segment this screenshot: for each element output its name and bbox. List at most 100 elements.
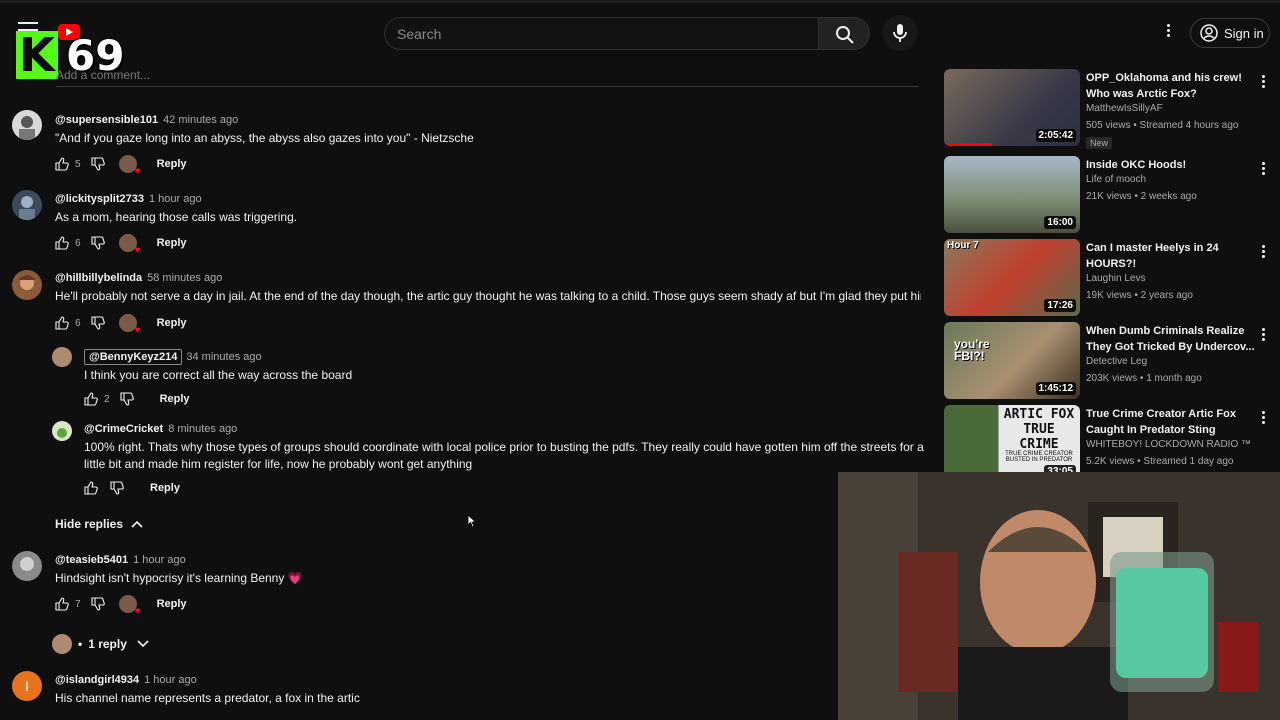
comment-meta: @hillbillybelinda 58 minutes ago [55, 272, 222, 284]
comment-author[interactable]: @supersensible101 [55, 114, 158, 126]
comment-text: He'll probably not serve a day in jail. … [55, 289, 921, 303]
thumbs-down-icon[interactable] [91, 157, 105, 171]
reply-time[interactable]: 34 minutes ago [186, 351, 261, 363]
thumbs-down-icon[interactable] [120, 392, 134, 406]
more-actions-icon[interactable] [1260, 326, 1266, 342]
video-thumbnail[interactable]: 16:00 [944, 156, 1080, 233]
avatar-letter[interactable]: I [12, 671, 42, 701]
video-channel[interactable]: Laughin Levs [1086, 273, 1146, 284]
avatar[interactable] [12, 110, 42, 140]
video-title[interactable]: Can I master Heelys in 24 HOURS?! [1086, 240, 1256, 272]
reply-text: 100% right. Thats why those types of gro… [84, 440, 924, 471]
avatar[interactable] [52, 347, 72, 367]
search-box[interactable] [384, 17, 818, 50]
comment-author[interactable]: @lickitysplit2733 [55, 193, 144, 205]
reply-button[interactable]: Reply [160, 393, 190, 405]
thumbnail-label: ARTIC FOX TRUE CRIME [1003, 407, 1075, 452]
video-title[interactable]: OPP_Oklahoma and his crew! Who was Arcti… [1086, 70, 1256, 102]
add-comment-field[interactable]: Add a comment... [56, 68, 150, 82]
more-actions-icon[interactable] [1260, 73, 1266, 89]
creator-heart-icon [118, 155, 141, 177]
hide-replies-label: Hide replies [55, 517, 124, 531]
hide-replies-button[interactable]: Hide replies [55, 517, 143, 531]
comment-author[interactable]: @islandgirl4934 [55, 674, 139, 686]
comment-time[interactable]: 42 minutes ago [163, 114, 238, 126]
reply-meta: @CrimeCricket 8 minutes ago [84, 423, 237, 435]
video-channel[interactable]: WHITEBOY! LOCKDOWN RADIO ™ [1086, 439, 1251, 450]
thumbs-up-icon[interactable] [55, 236, 69, 250]
reply-text: I think you are correct all the way acro… [84, 368, 353, 382]
more-actions-icon[interactable] [1260, 243, 1266, 259]
video-channel[interactable]: Detective Leg [1086, 356, 1147, 367]
avatar[interactable] [52, 421, 72, 441]
video-duration: 16:00 [1044, 216, 1076, 229]
avatar[interactable] [12, 551, 42, 581]
video-stats: 19K views • 2 years ago [1086, 290, 1193, 301]
show-replies-button[interactable]: • 1 reply [52, 634, 149, 654]
thumbs-down-icon[interactable] [91, 316, 105, 330]
avatar[interactable] [12, 270, 42, 300]
like-count: 7 [75, 598, 81, 610]
comment-author[interactable]: @hillbillybelinda [55, 272, 142, 284]
search-input[interactable] [385, 18, 818, 49]
thumbnail-label: Hour 7 [947, 240, 979, 251]
thumbnail-sublabel: TRUE CRIME CREATOR BUSTED IN PREDATOR [1005, 451, 1073, 463]
related-video[interactable]: 2:05:42 OPP_Oklahoma and his crew! Who w… [944, 69, 1274, 149]
new-badge: New [1086, 137, 1113, 149]
thumbs-up-icon[interactable] [55, 597, 69, 611]
reply-actions: 2 Reply [84, 389, 190, 409]
reply-time[interactable]: 8 minutes ago [168, 423, 237, 435]
reply-button[interactable]: Reply [157, 317, 187, 329]
top-bar: Sign in [0, 0, 1280, 56]
reply-author[interactable]: @BennyKeyz214 [84, 349, 183, 365]
video-thumbnail[interactable]: ARTIC FOX TRUE CRIME TRUE CRIME CREATOR … [944, 405, 1080, 482]
video-thumbnail[interactable]: Hour 7 17:26 [944, 239, 1080, 316]
creator-heart-icon [118, 314, 141, 336]
video-channel[interactable]: MatthewIsSillyAF [1086, 103, 1163, 114]
voice-search-button[interactable] [882, 15, 918, 51]
comment-time[interactable]: 1 hour ago [133, 554, 186, 566]
thumbs-up-icon[interactable] [55, 157, 69, 171]
reply-button[interactable]: Reply [157, 158, 187, 170]
comment-time[interactable]: 58 minutes ago [147, 272, 222, 284]
top-divider [0, 0, 1280, 3]
video-title[interactable]: When Dumb Criminals Realize They Got Tri… [1086, 323, 1256, 355]
video-thumbnail[interactable]: you're FBI?! 1:45:12 [944, 322, 1080, 399]
comment-actions: 5 Reply [55, 154, 187, 177]
watch-progress [944, 143, 992, 146]
related-video[interactable]: you're FBI?! 1:45:12 When Dumb Criminals… [944, 322, 1274, 402]
comment-time[interactable]: 1 hour ago [144, 674, 197, 686]
like-count: 2 [104, 393, 110, 405]
video-title[interactable]: Inside OKC Hoods! [1086, 157, 1256, 173]
avatar[interactable] [12, 190, 42, 220]
settings-more-icon[interactable] [1158, 22, 1178, 44]
video-channel[interactable]: Life of mooch [1086, 174, 1146, 185]
reply-avatar [52, 634, 72, 654]
search-button[interactable] [818, 17, 870, 50]
related-video[interactable]: Hour 7 17:26 Can I master Heelys in 24 H… [944, 239, 1274, 319]
reply-button[interactable]: Reply [157, 598, 187, 610]
chevron-up-icon [131, 520, 143, 528]
thumbs-up-icon[interactable] [84, 392, 98, 406]
comment-meta: @islandgirl4934 1 hour ago [55, 674, 197, 686]
more-actions-icon[interactable] [1260, 409, 1266, 425]
related-video[interactable]: 16:00 Inside OKC Hoods! Life of mooch 21… [944, 156, 1274, 236]
reply-author[interactable]: @CrimeCricket [84, 423, 163, 435]
thumbs-down-icon[interactable] [91, 597, 105, 611]
sign-in-button[interactable]: Sign in [1190, 18, 1270, 48]
reply-button[interactable]: Reply [157, 237, 187, 249]
video-duration: 17:26 [1044, 299, 1076, 312]
like-count: 6 [75, 237, 81, 249]
comment-author[interactable]: @teasieb5401 [55, 554, 128, 566]
video-thumbnail[interactable]: 2:05:42 [944, 69, 1080, 146]
more-actions-icon[interactable] [1260, 160, 1266, 176]
thumbs-up-icon[interactable] [84, 481, 98, 495]
comment-time[interactable]: 1 hour ago [149, 193, 202, 205]
thumbs-up-icon[interactable] [55, 316, 69, 330]
video-stats: 203K views • 1 month ago [1086, 373, 1202, 384]
thumbs-down-icon[interactable] [110, 481, 124, 495]
video-title[interactable]: True Crime Creator Artic Fox Caught In P… [1086, 406, 1256, 438]
thumbs-down-icon[interactable] [91, 236, 105, 250]
reply-button[interactable]: Reply [150, 482, 180, 494]
comment-actions: 6 Reply [55, 233, 187, 256]
